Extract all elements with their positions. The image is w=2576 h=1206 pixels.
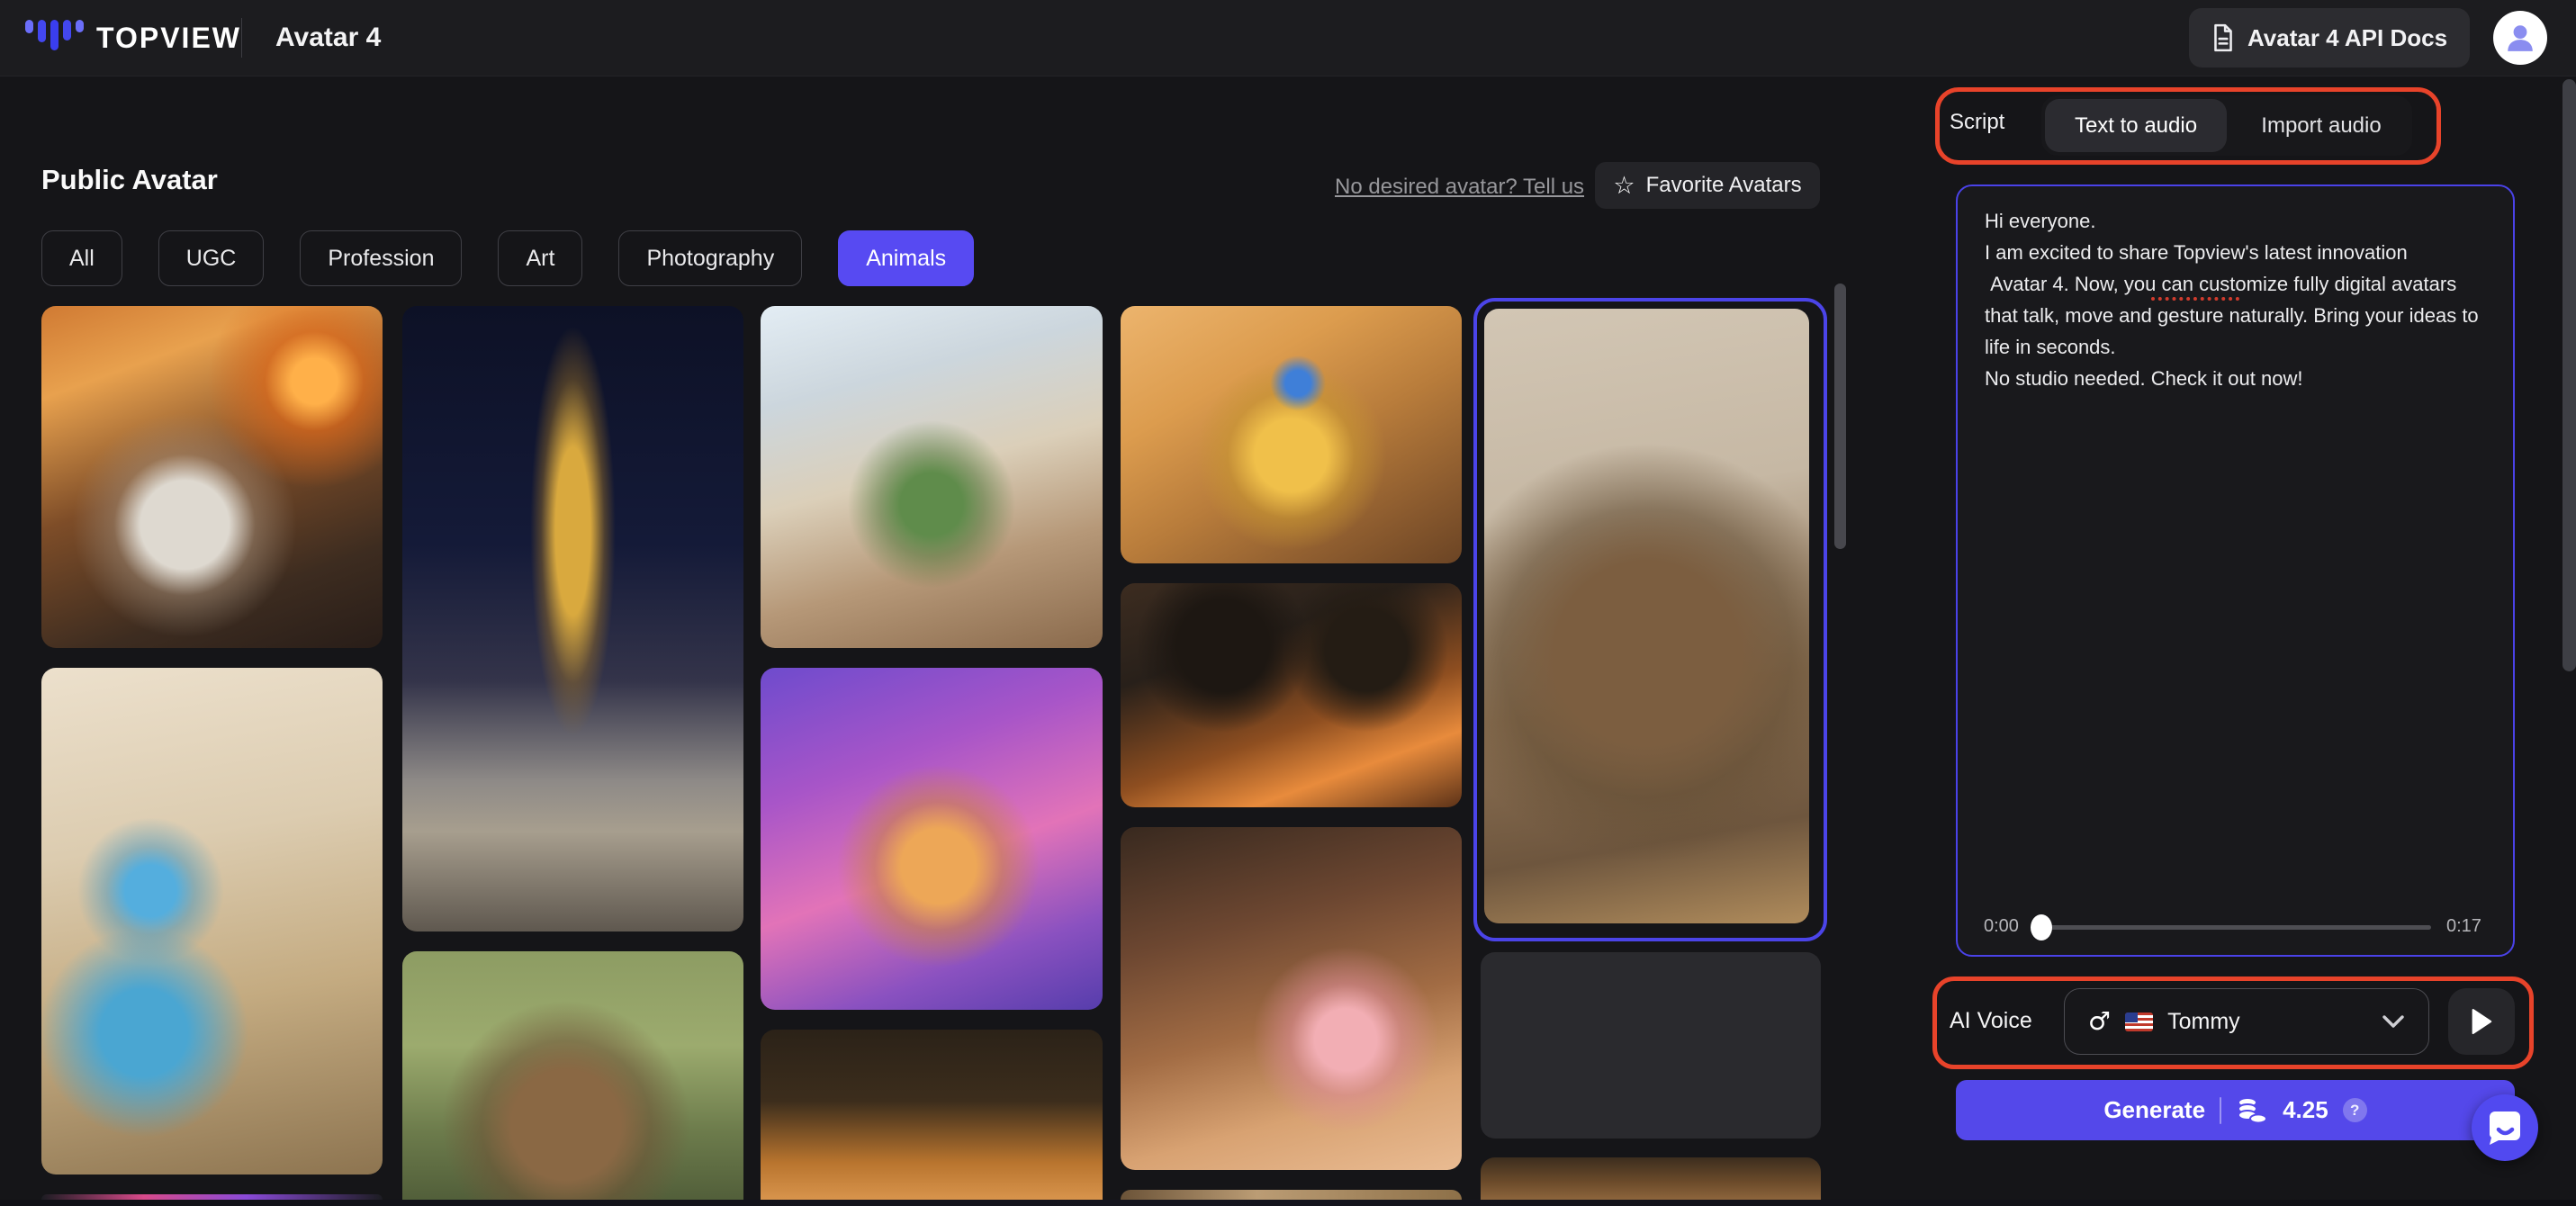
page-title: Avatar 4 bbox=[275, 0, 381, 76]
generate-divider bbox=[2220, 1097, 2221, 1124]
filter-chip-animals-selected[interactable]: Animals bbox=[838, 230, 974, 286]
chat-bubble-icon bbox=[2488, 1110, 2522, 1146]
generate-label: Generate bbox=[2103, 1096, 2205, 1124]
filter-chip-art[interactable]: Art bbox=[498, 230, 582, 286]
api-docs-label: Avatar 4 API Docs bbox=[2247, 24, 2447, 52]
tab-text-to-audio[interactable]: Text to audio bbox=[2045, 99, 2227, 152]
player-slider-track[interactable] bbox=[2034, 925, 2431, 930]
app-root: TOPVIEW Avatar 4 Avatar 4 API Docs Publi… bbox=[0, 0, 2576, 1206]
chevron-down-icon bbox=[2382, 1014, 2405, 1030]
voice-select-dropdown[interactable]: ♂ Tommy bbox=[2064, 988, 2429, 1055]
avatar-tile-beaver-presenter-selected[interactable] bbox=[1484, 309, 1809, 923]
filter-chip-profession[interactable]: Profession bbox=[300, 230, 462, 286]
logo-text: TOPVIEW bbox=[96, 22, 241, 55]
user-avatar-button[interactable] bbox=[2493, 11, 2547, 65]
public-avatar-heading: Public Avatar bbox=[41, 164, 218, 196]
credit-cost: 4.25 bbox=[2283, 1096, 2328, 1124]
bottom-edge-strip bbox=[0, 1200, 2576, 1206]
spellcheck-underline bbox=[2151, 297, 2239, 301]
male-gender-icon: ♂ bbox=[2088, 1009, 2111, 1034]
ai-voice-label: AI Voice bbox=[1950, 1008, 2032, 1034]
coins-icon bbox=[2236, 1096, 2268, 1125]
avatar-tile-fox-peek[interactable] bbox=[761, 1030, 1103, 1200]
play-icon bbox=[2470, 1008, 2493, 1035]
voice-preview-play-button[interactable] bbox=[2448, 988, 2515, 1055]
tab-import-audio[interactable]: Import audio bbox=[2230, 99, 2412, 152]
avatar-tile-pirate-kitten[interactable] bbox=[1121, 583, 1462, 807]
category-filter-bar: All UGC Profession Art Photography Anima… bbox=[41, 230, 974, 286]
player-slider-thumb[interactable] bbox=[2031, 914, 2052, 940]
avatar-tile-boxing-beagle[interactable] bbox=[1481, 952, 1821, 1138]
help-icon[interactable]: ? bbox=[2343, 1098, 2367, 1122]
avatar-tile-hoodie-kitten[interactable] bbox=[761, 306, 1103, 648]
document-icon bbox=[2211, 23, 2235, 52]
nav-divider bbox=[241, 18, 242, 58]
filter-chip-photography[interactable]: Photography bbox=[618, 230, 802, 286]
avatar-tile-hamster-cake[interactable] bbox=[1121, 827, 1462, 1170]
filter-chip-all[interactable]: All bbox=[41, 230, 122, 286]
avatar-tile-bar-interior-peek[interactable] bbox=[1481, 1157, 1821, 1200]
avatar-tile-hedgehog-selfie[interactable] bbox=[41, 668, 383, 1174]
voice-name: Tommy bbox=[2167, 1009, 2240, 1035]
player-elapsed-time: 0:00 bbox=[1984, 916, 2019, 937]
api-docs-button[interactable]: Avatar 4 API Docs bbox=[2189, 8, 2470, 68]
favorite-avatars-button[interactable]: ☆ Favorite Avatars bbox=[1595, 162, 1820, 209]
support-chat-button[interactable] bbox=[2472, 1094, 2538, 1161]
topview-logo[interactable]: TOPVIEW bbox=[25, 0, 241, 76]
avatar-tile-cat-pilot[interactable] bbox=[41, 306, 383, 648]
avatar-tile-groundhog-singer[interactable] bbox=[402, 951, 743, 1200]
avatar-tile-excavator-kitten[interactable] bbox=[1121, 306, 1462, 563]
tell-us-link[interactable]: No desired avatar? Tell us bbox=[1335, 175, 1584, 200]
avatar-tile-eiffel-cat[interactable] bbox=[402, 306, 743, 932]
waveform-logo-icon bbox=[25, 20, 84, 56]
avatar-tile-pink-singer-cat[interactable] bbox=[761, 668, 1103, 1010]
generate-button[interactable]: Generate 4.25 ? bbox=[1956, 1080, 2515, 1140]
navbar: TOPVIEW Avatar 4 Avatar 4 API Docs bbox=[0, 0, 2576, 76]
star-icon: ☆ bbox=[1613, 174, 1635, 198]
page-scrollbar-thumb[interactable] bbox=[2562, 79, 2576, 671]
grid-scrollbar-thumb[interactable] bbox=[1834, 284, 1846, 549]
favorite-avatars-label: Favorite Avatars bbox=[1646, 173, 1802, 198]
person-icon bbox=[2504, 22, 2536, 54]
audio-source-tabs: Text to audio Import audio bbox=[2041, 95, 2412, 156]
avatar-tile-next-row-peek-mid[interactable] bbox=[1121, 1190, 1462, 1200]
script-label: Script bbox=[1950, 110, 2004, 135]
filter-chip-ugc[interactable]: UGC bbox=[158, 230, 265, 286]
player-total-time: 0:17 bbox=[2446, 916, 2481, 937]
us-flag-icon bbox=[2125, 1012, 2153, 1031]
